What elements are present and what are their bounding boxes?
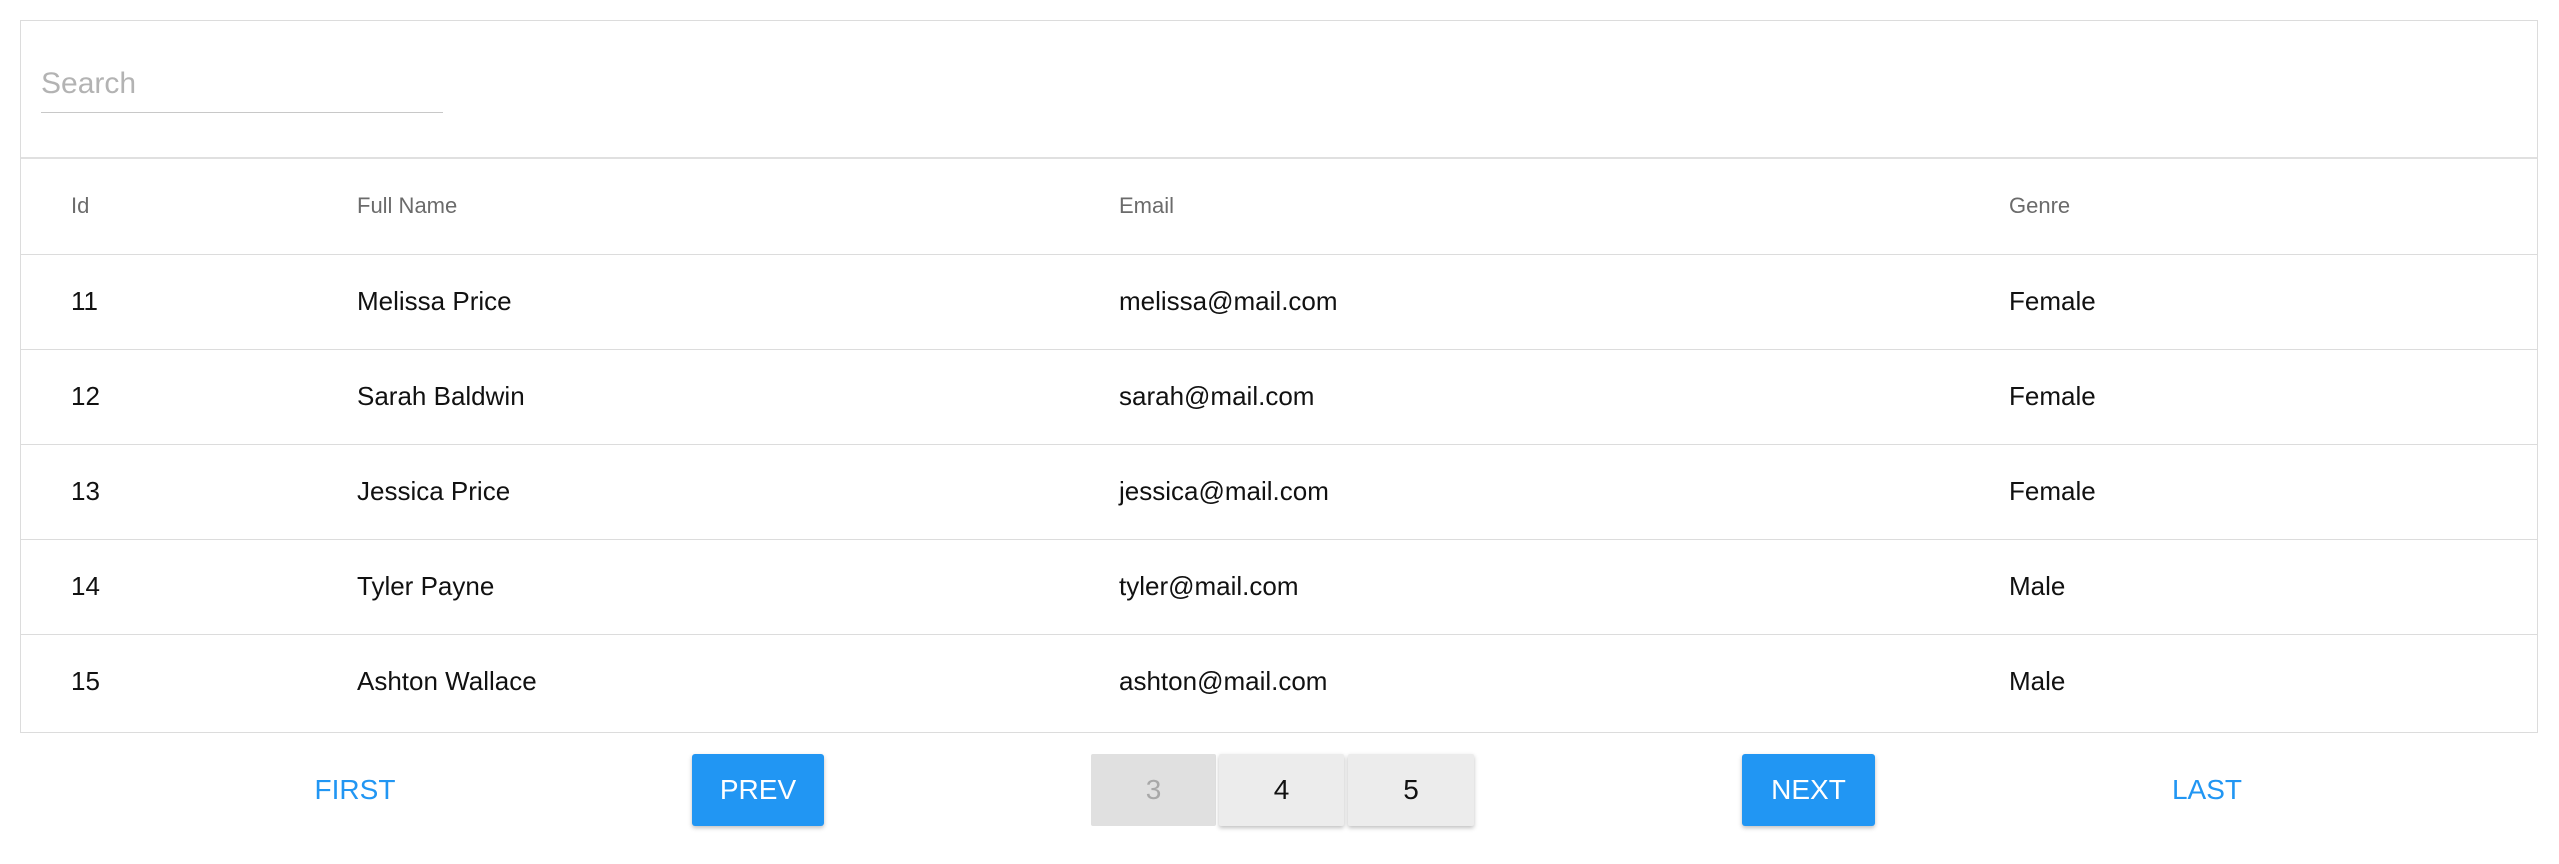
- column-header-id[interactable]: Id: [21, 159, 357, 254]
- search-bar: [21, 21, 2537, 159]
- cell-full-name: Tyler Payne: [357, 538, 1119, 634]
- table-row[interactable]: 15 Ashton Wallace ashton@mail.com Male: [21, 633, 2537, 729]
- table-row[interactable]: 13 Jessica Price jessica@mail.com Female: [21, 443, 2537, 539]
- last-page-button[interactable]: LAST: [2152, 754, 2262, 826]
- cell-full-name: Jessica Price: [357, 443, 1119, 539]
- cell-full-name: Ashton Wallace: [357, 633, 1119, 729]
- cell-email: ashton@mail.com: [1119, 633, 2009, 729]
- table-row[interactable]: 14 Tyler Payne tyler@mail.com Male: [21, 538, 2537, 634]
- cell-genre: Female: [2009, 253, 2537, 349]
- pagination-bar: FIRST PREV 3 4 5 NEXT LAST: [0, 754, 2559, 826]
- first-page-button[interactable]: FIRST: [300, 754, 410, 826]
- users-table: Id Full Name Email Genre 11 Melissa Pric…: [21, 159, 2537, 729]
- cell-email: jessica@mail.com: [1119, 443, 2009, 539]
- cell-id: 11: [21, 253, 357, 349]
- cell-email: sarah@mail.com: [1119, 348, 2009, 444]
- table-row[interactable]: 11 Melissa Price melissa@mail.com Female: [21, 253, 2537, 349]
- cell-full-name: Melissa Price: [357, 253, 1119, 349]
- cell-id: 14: [21, 538, 357, 634]
- page-3-button[interactable]: 3: [1091, 754, 1216, 826]
- cell-full-name: Sarah Baldwin: [357, 348, 1119, 444]
- page-5-button[interactable]: 5: [1348, 754, 1474, 826]
- cell-genre: Male: [2009, 538, 2537, 634]
- table-row[interactable]: 12 Sarah Baldwin sarah@mail.com Female: [21, 348, 2537, 444]
- prev-page-button[interactable]: PREV: [692, 754, 824, 826]
- next-page-button[interactable]: NEXT: [1742, 754, 1875, 826]
- column-header-full-name[interactable]: Full Name: [357, 159, 1119, 254]
- cell-email: tyler@mail.com: [1119, 538, 2009, 634]
- cell-id: 15: [21, 633, 357, 729]
- cell-genre: Female: [2009, 348, 2537, 444]
- search-input[interactable]: [41, 61, 443, 113]
- data-table-card: Id Full Name Email Genre 11 Melissa Pric…: [20, 20, 2538, 733]
- cell-genre: Male: [2009, 633, 2537, 729]
- cell-id: 13: [21, 443, 357, 539]
- cell-id: 12: [21, 348, 357, 444]
- cell-email: melissa@mail.com: [1119, 253, 2009, 349]
- cell-genre: Female: [2009, 443, 2537, 539]
- column-header-genre[interactable]: Genre: [2009, 159, 2537, 254]
- page-4-button[interactable]: 4: [1219, 754, 1344, 826]
- table-header-row: Id Full Name Email Genre: [21, 159, 2537, 254]
- column-header-email[interactable]: Email: [1119, 159, 2009, 254]
